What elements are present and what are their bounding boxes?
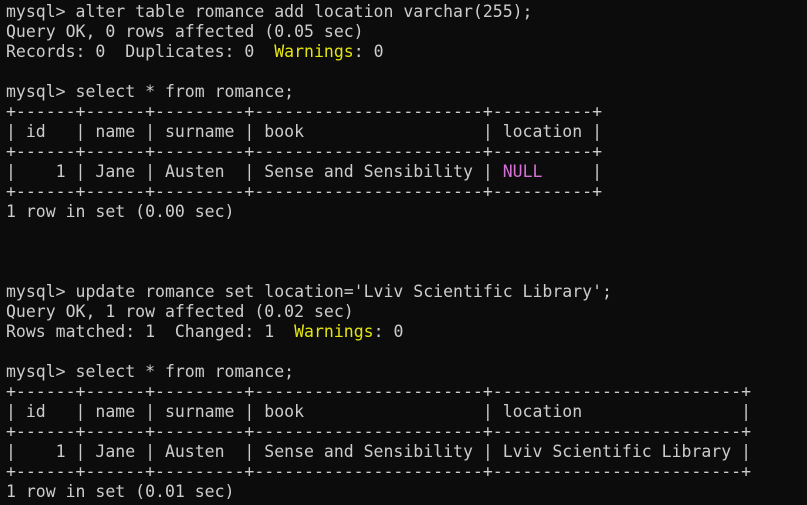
terminal-text: +------+------+---------+---------------… bbox=[6, 142, 603, 161]
terminal-text: Query OK, 0 rows affected (0.05 sec) bbox=[6, 22, 364, 41]
terminal-text: Query OK, 1 row affected (0.02 sec) bbox=[6, 302, 354, 321]
terminal-line: | id | name | surname | book | location … bbox=[6, 402, 807, 422]
terminal-text: Records: 0 Duplicates: 0 bbox=[6, 42, 275, 61]
terminal-text: mysql> select * from romance; bbox=[6, 362, 295, 381]
terminal-text: 1 row in set (0.01 sec) bbox=[6, 482, 235, 501]
terminal-line: | 1 | Jane | Austen | Sense and Sensibil… bbox=[6, 442, 807, 462]
terminal-text: +------+------+---------+---------------… bbox=[6, 462, 752, 481]
terminal-line: | 1 | Jane | Austen | Sense and Sensibil… bbox=[6, 162, 807, 182]
terminal-text: | 1 | Jane | Austen | Sense and Sensibil… bbox=[6, 162, 503, 181]
terminal-line: | id | name | surname | book | location … bbox=[6, 122, 807, 142]
terminal-text: +------+------+---------+---------------… bbox=[6, 182, 603, 201]
terminal-line: +------+------+---------+---------------… bbox=[6, 182, 807, 202]
terminal-text: mysql> update romance set location='Lviv… bbox=[6, 282, 612, 301]
terminal-text: | id | name | surname | book | location … bbox=[6, 122, 603, 141]
terminal-line: Records: 0 Duplicates: 0 Warnings: 0 bbox=[6, 42, 807, 62]
terminal-text: Rows matched: 1 Changed: 1 bbox=[6, 322, 295, 341]
warnings-label: Warnings bbox=[274, 42, 354, 61]
terminal-text: | id | name | surname | book | location … bbox=[6, 402, 752, 421]
terminal-line: mysql> select * from romance; bbox=[6, 82, 807, 102]
terminal-text: | 1 | Jane | Austen | Sense and Sensibil… bbox=[6, 442, 752, 461]
terminal-text: +------+------+---------+---------------… bbox=[6, 382, 752, 401]
terminal-line: Query OK, 1 row affected (0.02 sec) bbox=[6, 302, 807, 322]
terminal-line: Rows matched: 1 Changed: 1 Warnings: 0 bbox=[6, 322, 807, 342]
terminal-text: : 0 bbox=[353, 42, 384, 61]
terminal-line: 1 row in set (0.00 sec) bbox=[6, 202, 807, 222]
terminal-line: mysql> alter table romance add location … bbox=[6, 2, 807, 22]
terminal-line: +------+------+---------+---------------… bbox=[6, 382, 807, 402]
terminal-line: 1 row in set (0.01 sec) bbox=[6, 482, 807, 502]
terminal-line: +------+------+---------+---------------… bbox=[6, 462, 807, 482]
terminal-text: +------+------+---------+---------------… bbox=[6, 422, 752, 441]
terminal-text: mysql> select * from romance; bbox=[6, 82, 295, 101]
terminal-line: +------+------+---------+---------------… bbox=[6, 102, 807, 122]
terminal-window[interactable]: mysql> alter table romance add location … bbox=[0, 0, 807, 505]
terminal-text: | bbox=[542, 162, 603, 181]
terminal-line: +------+------+---------+---------------… bbox=[6, 422, 807, 442]
terminal-line: mysql> select * from romance; bbox=[6, 362, 807, 382]
terminal-line: Query OK, 0 rows affected (0.05 sec) bbox=[6, 22, 807, 42]
terminal-line: mysql> update romance set location='Lviv… bbox=[6, 282, 807, 302]
terminal-text: : 0 bbox=[373, 322, 404, 341]
terminal-text: mysql> alter table romance add location … bbox=[6, 2, 533, 21]
warnings-label: Warnings bbox=[294, 322, 374, 341]
terminal-text: 1 row in set (0.00 sec) bbox=[6, 202, 235, 221]
null-value: NULL bbox=[502, 162, 543, 181]
terminal-line: +------+------+---------+---------------… bbox=[6, 142, 807, 162]
terminal-text: +------+------+---------+---------------… bbox=[6, 102, 603, 121]
